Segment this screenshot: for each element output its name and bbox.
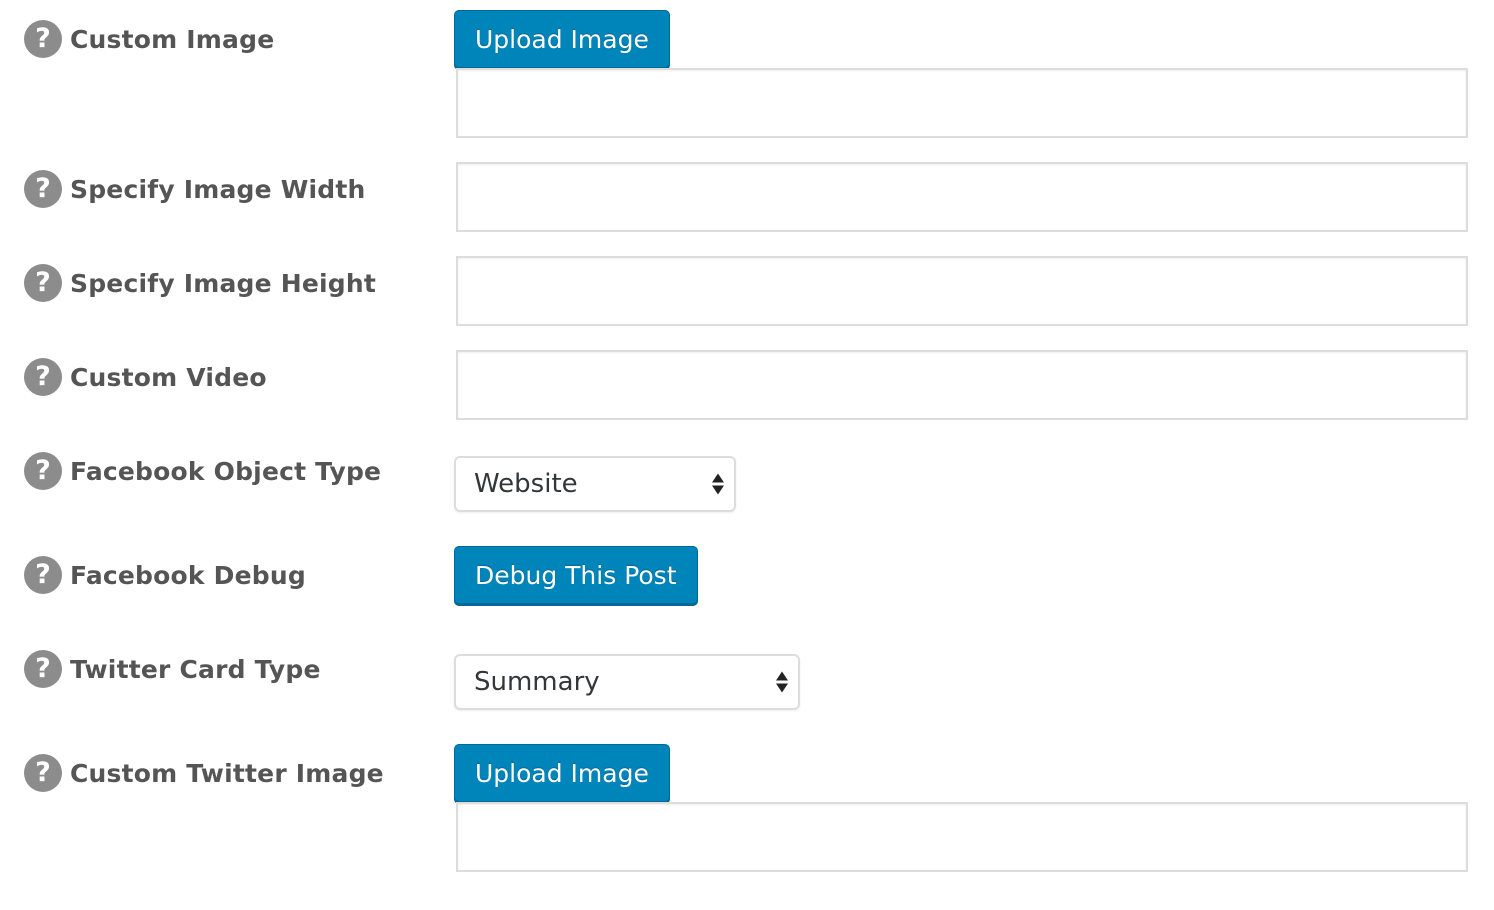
custom-image-label: ? Custom Image: [24, 20, 274, 58]
facebook-debug-label: ? Facebook Debug: [24, 556, 306, 594]
image-height-label-text: Specify Image Height: [70, 268, 376, 298]
help-icon[interactable]: ?: [24, 754, 62, 792]
open-graph-settings-form: ? Custom Image Upload Image ? Specify Im…: [0, 0, 1494, 910]
custom-image-label-text: Custom Image: [70, 24, 275, 54]
image-height-input[interactable]: [456, 256, 1468, 326]
image-height-label: ? Specify Image Height: [24, 264, 376, 302]
twitter-card-type-selected-value: Summary: [474, 667, 600, 697]
twitter-card-type-label-text: Twitter Card Type: [70, 654, 321, 684]
debug-this-post-button[interactable]: Debug This Post: [454, 546, 698, 604]
upload-twitter-image-button[interactable]: Upload Image: [454, 744, 670, 802]
help-icon[interactable]: ?: [24, 556, 62, 594]
twitter-card-type-select[interactable]: Summary: [454, 654, 800, 710]
help-icon[interactable]: ?: [24, 650, 62, 688]
facebook-debug-label-text: Facebook Debug: [70, 560, 306, 590]
facebook-object-type-label: ? Facebook Object Type: [24, 452, 381, 490]
help-icon[interactable]: ?: [24, 264, 62, 302]
facebook-object-type-label-text: Facebook Object Type: [70, 456, 382, 486]
facebook-object-type-selected-value: Website: [474, 469, 578, 499]
custom-twitter-image-label: ? Custom Twitter Image: [24, 754, 384, 792]
twitter-card-type-label: ? Twitter Card Type: [24, 650, 321, 688]
image-width-label-text: Specify Image Width: [70, 174, 366, 204]
custom-image-url-input[interactable]: [456, 68, 1468, 138]
custom-video-label: ? Custom Video: [24, 358, 267, 396]
upload-image-button[interactable]: Upload Image: [454, 10, 670, 68]
custom-video-input[interactable]: [456, 350, 1468, 420]
help-icon[interactable]: ?: [24, 358, 62, 396]
custom-twitter-image-url-input[interactable]: [456, 802, 1468, 872]
custom-twitter-image-label-text: Custom Twitter Image: [70, 758, 384, 788]
image-width-label: ? Specify Image Width: [24, 170, 366, 208]
select-arrows-icon: [776, 671, 788, 693]
custom-video-label-text: Custom Video: [70, 362, 267, 392]
help-icon[interactable]: ?: [24, 170, 62, 208]
help-icon[interactable]: ?: [24, 20, 62, 58]
image-width-input[interactable]: [456, 162, 1468, 232]
select-arrows-icon: [712, 473, 724, 495]
help-icon[interactable]: ?: [24, 452, 62, 490]
facebook-object-type-select[interactable]: Website: [454, 456, 736, 512]
